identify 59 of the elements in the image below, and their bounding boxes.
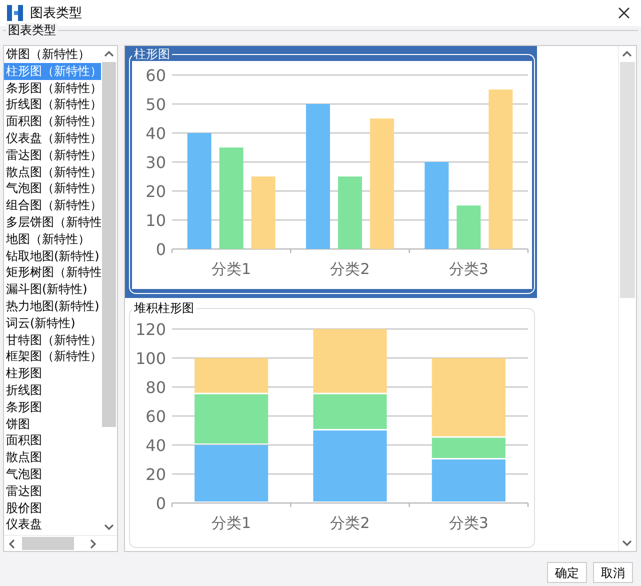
list-item[interactable]: 漏斗图(新特性) [4, 281, 101, 298]
axis-tick-label: 50 [146, 95, 166, 114]
list-item[interactable]: 雷达图 [4, 482, 101, 500]
list-item[interactable]: 雷达图（新特性） [4, 146, 101, 164]
list-item[interactable]: 柱形图 [4, 365, 101, 382]
app-logo-icon [6, 4, 24, 22]
list-item[interactable]: 饼图 [4, 416, 101, 432]
dialog-button[interactable]: 确定 [547, 562, 587, 583]
preview-title: 堆积柱形图 [133, 302, 195, 315]
list-item[interactable]: 面积图（新特性） [4, 113, 101, 130]
axis-tick-label: 30 [146, 153, 166, 172]
list-item[interactable]: 仪表盘（新特性） [4, 130, 101, 147]
list-item[interactable]: 组合图（新特性） [4, 197, 101, 214]
list-item[interactable]: 折线图（新特性） [4, 96, 101, 114]
axis-tick-label: 80 [146, 378, 166, 397]
list-item[interactable]: 条形图（新特性） [4, 80, 101, 96]
list-item[interactable]: 框架图（新特性） [4, 348, 101, 366]
list-item[interactable]: 钻取地图(新特性) [4, 248, 101, 264]
scrollbar-thumb[interactable] [102, 62, 116, 427]
axis-tick-label: 40 [146, 124, 166, 143]
preview-item[interactable]: 柱形图 0 10 20 30 40 50 60 分类1 分类2 分类3 [125, 46, 537, 298]
close-icon[interactable] [617, 6, 631, 20]
preview-item[interactable]: 堆积柱形图 0 20 40 60 80 100 120 分类1 分类2 分类3 [125, 300, 537, 551]
list-item[interactable]: 仪表盘 [4, 516, 101, 534]
category-label: 分类2 [330, 514, 370, 532]
axis-tick-label: 0 [156, 240, 166, 259]
category-label: 分类3 [448, 514, 488, 532]
list-item[interactable]: 词云(新特性) [4, 314, 101, 332]
axis-tick-label: 0 [156, 494, 166, 513]
axis-tick-label: 60 [146, 66, 166, 85]
list-item[interactable]: 散点图 [4, 449, 101, 466]
category-label: 分类1 [212, 514, 252, 532]
scrollbar-thumb[interactable] [620, 62, 635, 298]
axis-tick-label: 60 [146, 407, 166, 426]
group-label: 图表类型 [6, 23, 58, 37]
axis-tick-label: 20 [146, 182, 166, 201]
list-item[interactable]: 气泡图 [4, 466, 101, 483]
axis-tick-label: 120 [135, 320, 166, 339]
list-item[interactable]: 条形图 [4, 398, 101, 416]
category-label: 分类2 [330, 260, 370, 278]
preview-title: 柱形图 [133, 48, 171, 61]
list-item[interactable]: 股价图 [4, 500, 101, 516]
list-item[interactable]: 甘特图（新特性） [4, 332, 101, 348]
axis-tick-label: 40 [146, 436, 166, 455]
category-label: 分类3 [448, 260, 488, 278]
axis-tick-label: 10 [146, 211, 166, 230]
list-item[interactable]: 地图（新特性） [4, 230, 101, 248]
list-item[interactable]: 散点图（新特性） [4, 164, 101, 180]
window-title: 图表类型 [30, 5, 83, 22]
category-label: 分类1 [212, 260, 252, 278]
axis-tick-label: 20 [146, 465, 166, 484]
list-item[interactable]: 热力地图(新特性) [4, 298, 101, 315]
list-item[interactable]: 气泡图（新特性） [4, 180, 101, 198]
list-item[interactable]: 饼图（新特性） [4, 46, 101, 63]
list-item[interactable]: 折线图 [4, 382, 101, 399]
axis-tick-label: 100 [135, 349, 166, 368]
scrollbar-thumb[interactable] [22, 537, 74, 550]
list-item[interactable]: 面积图 [4, 432, 101, 450]
dialog-button[interactable]: 取消 [593, 562, 633, 583]
